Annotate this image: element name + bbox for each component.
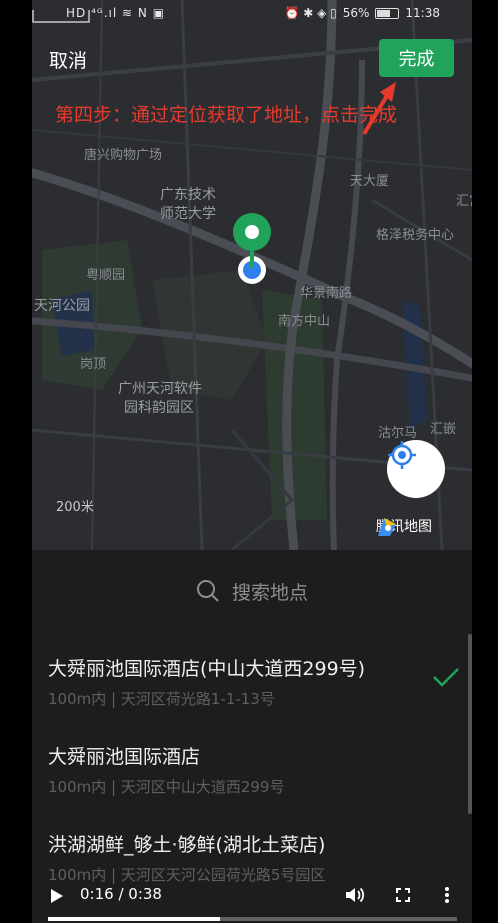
search-bar[interactable]: 搜索地点 — [32, 550, 472, 632]
volume-icon[interactable] — [345, 886, 365, 904]
map-label: 粤顺园 — [86, 268, 126, 283]
map-label: 广州天河软件 — [118, 381, 202, 397]
place-address: 100m内 | 天河区中山大道西299号 — [48, 778, 285, 796]
more-options-icon[interactable] — [444, 886, 450, 904]
list-scrollbar[interactable] — [468, 634, 472, 814]
map-label: 南方中山 — [278, 314, 331, 329]
map-label: 沽尔马 — [378, 426, 418, 441]
map-label: 广东技术 — [160, 187, 216, 203]
crosshair-icon — [388, 441, 416, 469]
location-pin-icon — [232, 212, 272, 286]
cancel-button[interactable]: 取消 — [49, 46, 87, 73]
search-icon — [196, 580, 219, 602]
checkmark-icon — [433, 668, 459, 687]
map-label: 岗顶 — [80, 357, 107, 372]
map-label: 唐兴购物广场 — [84, 148, 163, 163]
place-name: 大舜丽池国际酒店(中山大道西299号) — [48, 658, 366, 680]
video-progress-bar[interactable] — [48, 917, 457, 921]
status-icons: ⏰ ✱ ◈ ▯ — [284, 6, 337, 20]
play-icon[interactable] — [50, 888, 64, 904]
locate-button[interactable] — [387, 440, 445, 498]
map-provider-logo: 腾讯地图 — [376, 516, 432, 536]
place-name: 大舜丽池国际酒店 — [48, 746, 201, 768]
status-bar: HD ⁴ᴳ.ıl ≋ N ▣ ⏰ ✱ ◈ ▯ 56% 11:38 — [32, 0, 472, 28]
video-time: 0:16 / 0:38 — [80, 885, 162, 903]
fullscreen-icon[interactable] — [396, 888, 410, 902]
tutorial-annotation: 第四步：通过定位获取了地址，点击完成 — [55, 104, 398, 126]
map-view[interactable]: 唐兴购物广场 广东技术 师范大学 粤顺园 天河公园 岗顶 广州天河软件 园科韵园… — [32, 0, 472, 550]
video-frame: 唐兴购物广场 广东技术 师范大学 粤顺园 天河公园 岗顶 广州天河软件 园科韵园… — [0, 0, 498, 923]
place-item[interactable]: 大舜丽池国际酒店(中山大道西299号) 100m内 | 天河区荷光路1-1-13… — [32, 640, 472, 728]
map-label: 汇嵌 — [430, 422, 457, 437]
map-label: 师范大学 — [160, 206, 216, 222]
phone-screen: 唐兴购物广场 广东技术 师范大学 粤顺园 天河公园 岗顶 广州天河软件 园科韵园… — [32, 0, 472, 923]
map-label: 园科韵园区 — [124, 400, 194, 416]
status-right: ⏰ ✱ ◈ ▯ 56% 11:38 — [284, 6, 440, 20]
video-controls: 0:16 / 0:38 — [0, 862, 498, 923]
map-label: 天大厦 — [350, 174, 390, 189]
video-progress-fill — [48, 917, 220, 921]
battery-icon — [375, 7, 400, 19]
map-label: 华景南路 — [300, 286, 353, 301]
map-label: 汇宫 — [456, 194, 472, 209]
battery-percent: 56% — [342, 6, 370, 20]
place-name: 洪湖湖鲜_够土·够鲜(湖北土菜店) — [48, 834, 326, 856]
tencent-map-icon — [378, 518, 396, 536]
search-placeholder: 搜索地点 — [231, 581, 308, 604]
scale-label: 200米 — [56, 500, 94, 515]
place-address: 100m内 | 天河区荷光路1-1-13号 — [48, 690, 275, 708]
clock: 11:38 — [405, 6, 440, 20]
place-item[interactable]: 大舜丽池国际酒店 100m内 | 天河区中山大道西299号 — [32, 728, 472, 816]
done-button[interactable]: 完成 — [379, 39, 454, 77]
annotation-arrow-icon — [362, 82, 396, 136]
map-label: 天河公园 — [34, 298, 90, 314]
status-indicators: HD ⁴ᴳ.ıl ≋ N ▣ — [66, 6, 166, 20]
map-label: 格泽税务中心 — [376, 228, 455, 243]
